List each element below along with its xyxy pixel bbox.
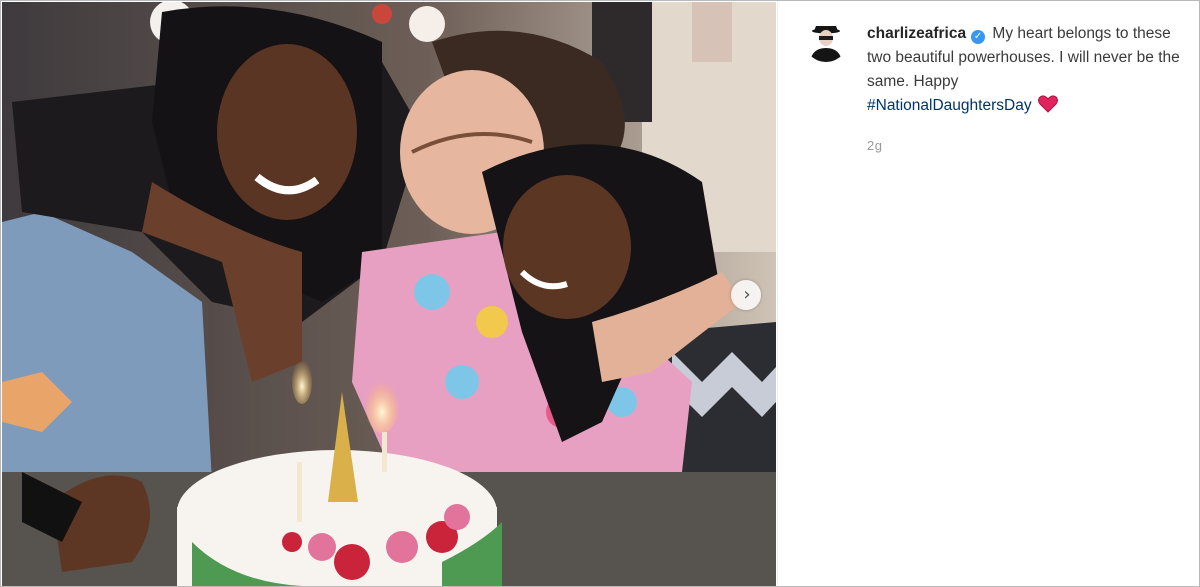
- post-timestamp: 2g: [867, 138, 883, 153]
- chevron-right-icon: ›: [743, 284, 751, 305]
- hashtag-link[interactable]: #NationalDaughtersDay: [867, 97, 1032, 114]
- post-photo[interactable]: ›: [2, 2, 776, 586]
- username-link[interactable]: charlizeafrica: [867, 25, 966, 42]
- red-heart-emoji-icon: [1037, 95, 1058, 121]
- profile-picture: [804, 18, 848, 62]
- photo-illustration: [2, 2, 776, 586]
- post-caption: charlizeafrica ✓ My heart belongs to thes…: [867, 22, 1187, 121]
- verified-check-icon: ✓: [971, 30, 986, 44]
- next-photo-button[interactable]: ›: [731, 280, 761, 310]
- post-sidebar: charlizeafrica ✓ My heart belongs to thes…: [777, 2, 1199, 586]
- instagram-post-embed: › charlizeafrica ✓ My heart belongs to th…: [0, 0, 1200, 587]
- avatar[interactable]: [804, 18, 848, 62]
